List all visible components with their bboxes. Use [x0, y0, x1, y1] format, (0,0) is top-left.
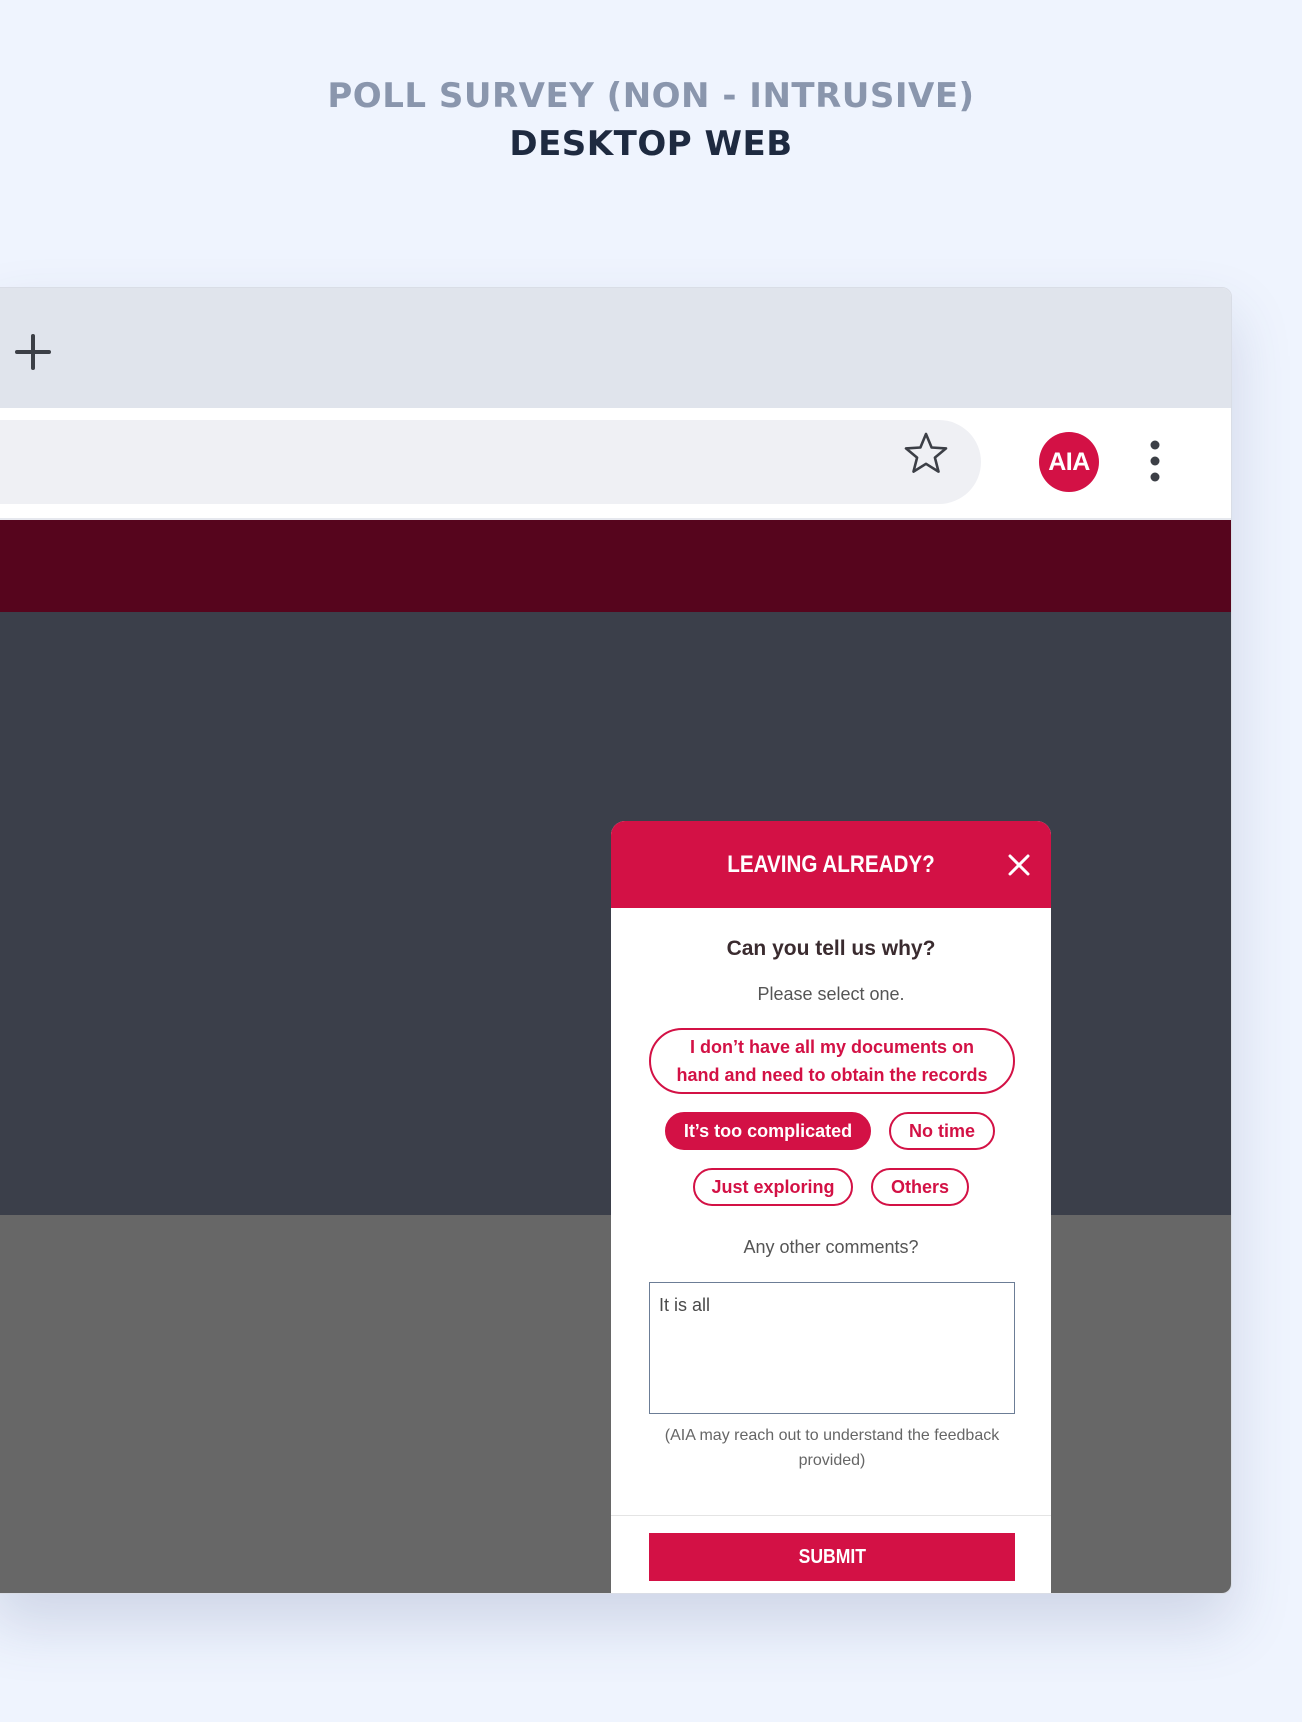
option-label: It’s too complicated	[683, 1120, 853, 1141]
tab-bar	[0, 288, 1231, 408]
vertical-dots-icon[interactable]	[1141, 436, 1169, 486]
option-others[interactable]: Others	[871, 1168, 969, 1206]
browser-window: AIA LEAVING ALREADY? Can you tell us why…	[0, 287, 1232, 1594]
survey-instruction: Please select one.	[757, 984, 905, 1004]
option-missing-documents[interactable]: I don’t have all my documents on hand an…	[649, 1028, 1015, 1094]
option-label: I don’t have all my documents on hand an…	[676, 1037, 988, 1085]
profile-avatar[interactable]: AIA	[1039, 432, 1099, 492]
survey-question: Can you tell us why?	[726, 937, 936, 960]
option-label: Others	[890, 1176, 950, 1197]
close-icon[interactable]	[1007, 853, 1031, 877]
site-header	[0, 520, 1231, 612]
star-icon[interactable]	[903, 430, 949, 476]
plus-icon[interactable]	[13, 332, 53, 372]
heading-title: DESKTOP WEB	[509, 124, 793, 164]
page-heading: POLL SURVEY (NON - INTRUSIVE) DESKTOP WE…	[0, 72, 1302, 168]
browser-toolbar: AIA	[0, 408, 1231, 520]
modal-title: LEAVING ALREADY?	[727, 851, 935, 878]
feedback-disclaimer: (AIA may reach out to understand the fee…	[664, 1427, 1000, 1469]
submit-label: SUBMIT	[798, 1545, 866, 1568]
submit-button[interactable]: SUBMIT	[649, 1533, 1015, 1581]
address-bar[interactable]	[0, 420, 981, 504]
option-just-exploring[interactable]: Just exploring	[693, 1168, 853, 1206]
option-label: Just exploring	[711, 1176, 835, 1197]
option-label: No time	[908, 1120, 975, 1141]
modal-divider	[611, 1515, 1051, 1516]
option-too-complicated[interactable]: It’s too complicated	[665, 1112, 871, 1150]
comments-label: Any other comments?	[743, 1237, 919, 1257]
option-no-time[interactable]: No time	[889, 1112, 995, 1150]
heading-subtitle: POLL SURVEY (NON - INTRUSIVE)	[327, 76, 975, 116]
exit-survey-modal: LEAVING ALREADY? Can you tell us why? Pl…	[611, 821, 1051, 1593]
comments-textarea[interactable]: It is all	[649, 1282, 1015, 1414]
modal-header: LEAVING ALREADY?	[611, 821, 1051, 908]
